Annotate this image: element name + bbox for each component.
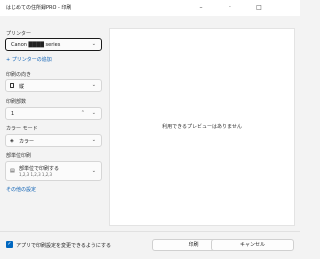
- color-mode-select[interactable]: ◈ カラー ⌄: [5, 134, 102, 147]
- color-mode-label: カラー モード: [6, 126, 38, 132]
- minimize-button[interactable]: –: [193, 2, 209, 14]
- color-mode-value: カラー: [19, 139, 35, 145]
- print-preview: 利用できるプレビューはありません: [109, 28, 295, 226]
- allow-app-settings-checkbox[interactable]: ✓: [6, 241, 13, 248]
- portrait-page-icon: [10, 83, 14, 90]
- cancel-button[interactable]: キャンセル: [211, 239, 294, 251]
- chevron-down-icon: ⌄: [91, 41, 96, 47]
- more-settings-link[interactable]: その他の設定: [6, 186, 36, 193]
- dialog-footer: ✓ アプリで印刷設定を変更できるようにする 印刷 キャンセル: [0, 231, 300, 259]
- maximize-button[interactable]: □: [251, 2, 267, 14]
- color-palette-icon: ◈: [10, 138, 14, 144]
- collate-label: 部単位印刷: [6, 153, 32, 159]
- increment-icon[interactable]: ⌃: [81, 110, 85, 116]
- printer-value: Canon ████ series: [11, 42, 61, 48]
- orientation-value: 縦: [19, 84, 25, 90]
- collate-select[interactable]: ▤ 部単位で印刷する 1,2,3 1,2,3 1,2,3 ⌄: [5, 161, 102, 181]
- restore-button[interactable]: ·: [222, 2, 238, 14]
- allow-app-settings-label: アプリで印刷設定を変更できるようにする: [16, 243, 111, 249]
- collate-value: 部単位で印刷する: [19, 166, 60, 172]
- chevron-down-icon: ⌄: [91, 137, 96, 143]
- chevron-down-icon: ⌄: [91, 82, 96, 88]
- collate-order: 1,2,3 1,2,3 1,2,3: [19, 172, 53, 177]
- decrement-icon[interactable]: ⌄: [92, 110, 96, 116]
- copies-label: 印刷部数: [6, 99, 27, 105]
- collate-icon: ▤: [10, 168, 15, 174]
- window-title: はじめての住所録PRO - 印刷: [6, 5, 72, 11]
- chevron-down-icon: ⌄: [91, 168, 96, 174]
- copies-value: 1: [11, 111, 15, 117]
- printer-select[interactable]: Canon ████ series ⌄: [5, 38, 102, 51]
- preview-message: 利用できるプレビューはありません: [162, 124, 242, 130]
- printer-label: プリンター: [6, 31, 32, 37]
- orientation-select[interactable]: 縦 ⌄: [5, 79, 102, 92]
- title-bar: はじめての住所録PRO - 印刷 – · □: [0, 0, 300, 16]
- add-printer-link[interactable]: + プリンターの追加: [6, 56, 52, 63]
- copies-input[interactable]: 1 ⌃ ⌄: [5, 107, 102, 120]
- orientation-label: 印刷の向き: [6, 72, 32, 78]
